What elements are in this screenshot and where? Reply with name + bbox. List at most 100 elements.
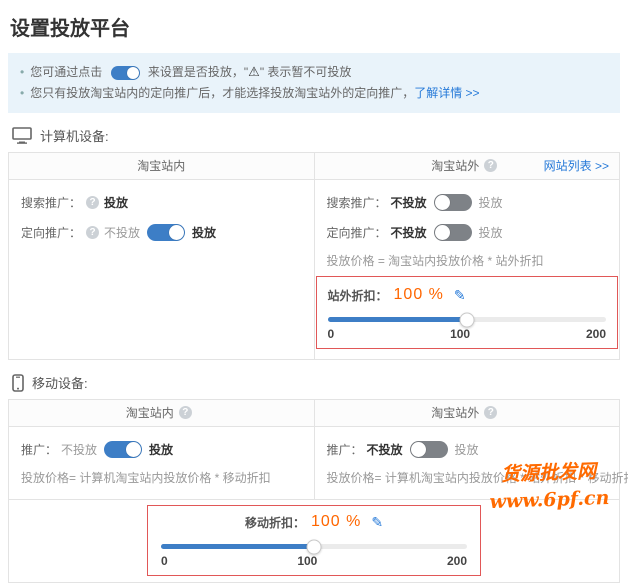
mobile-table-body: 推广： 不投放 投放 投放价格= 计算机淘宝站内投放价格 * 移动折扣 推广： …	[9, 427, 619, 499]
search-promo-toggle[interactable]	[434, 194, 472, 211]
targeted-promo-row: 定向推广：? 不投放 投放	[21, 222, 302, 243]
help-icon[interactable]: ?	[179, 406, 192, 419]
mobile-discount-label: 移动折扣：	[245, 514, 305, 531]
mobile-onsite-cell: 推广： 不投放 投放 投放价格= 计算机淘宝站内投放价格 * 移动折扣	[9, 427, 314, 499]
scale-mid: 100	[297, 554, 317, 568]
search-promo-label: 搜索推广：	[21, 194, 81, 211]
state-off-label: 不投放	[391, 224, 427, 241]
help-icon[interactable]: ?	[484, 406, 497, 419]
offsite-discount-value: 100 %	[394, 286, 444, 304]
notice-text: " 表示暂不可投放	[260, 65, 352, 79]
slider-handle[interactable]	[307, 539, 322, 554]
col-header-taobao-onsite: 淘宝站内	[9, 153, 314, 180]
mobile-offsite-cell: 推广： 不投放 投放 投放价格= 计算机淘宝站内投放价格 * 站外折扣 * 移动…	[314, 427, 620, 499]
slider-fill	[328, 317, 467, 322]
scale-min: 0	[161, 554, 168, 568]
computer-table: 淘宝站内 淘宝站外? 网站列表 >> 搜索推广：? 投放 定向推广：? 不投放 …	[8, 152, 620, 360]
state-on-label: 投放	[455, 441, 479, 458]
annotation-box-mobile-discount: 移动折扣： 100 % ✎ 0 100 200	[147, 505, 481, 576]
toggle-knob	[435, 195, 450, 210]
promo-label: 推广：	[21, 441, 57, 458]
annotation-box-offsite-discount: 站外折扣： 100 % ✎ 0 100 200	[316, 276, 619, 349]
mobile-discount-slider[interactable]: 0 100 200	[161, 544, 467, 568]
mobile-icon	[12, 374, 24, 392]
toggle-knob	[126, 442, 141, 457]
offsite-discount-row: 站外折扣： 100 % ✎	[328, 284, 607, 306]
search-promo-label: 搜索推广：	[327, 194, 387, 211]
example-toggle[interactable]	[111, 66, 140, 80]
computer-section-label: 计算机设备:	[40, 126, 109, 145]
offsite-discount-label: 站外折扣：	[328, 287, 388, 304]
toggle-knob	[411, 442, 426, 457]
search-promo-row: 搜索推广：? 投放	[21, 192, 302, 213]
slider-scale: 0 100 200	[328, 327, 607, 341]
promo-row: 推广： 不投放 投放	[327, 439, 608, 460]
col-header-taobao-onsite: 淘宝站内?	[9, 400, 314, 427]
col-header-label: 淘宝站外	[431, 159, 479, 173]
mobile-discount-value: 100 %	[311, 513, 361, 531]
computer-section-header: 计算机设备:	[12, 126, 620, 145]
state-on-label: 投放	[479, 194, 503, 211]
scale-mid: 100	[450, 327, 470, 341]
edit-icon[interactable]: ✎	[371, 515, 383, 529]
page-title: 设置投放平台	[10, 12, 620, 41]
promo-toggle[interactable]	[104, 441, 142, 458]
notice-text: 您只有投放淘宝站内的定向推广后，才能选择投放淘宝站外的定向推广，	[30, 86, 414, 100]
settings-page: 设置投放平台 •您可通过点击 来设置是否投放，"⚠" 表示暂不可投放 •您只有投…	[0, 0, 628, 520]
targeted-promo-toggle[interactable]	[434, 224, 472, 241]
state-on-label: 投放	[479, 224, 503, 241]
mobile-section-label: 移动设备:	[32, 373, 88, 392]
toggle-knob	[169, 225, 184, 240]
learn-more-link[interactable]: 了解详情 >>	[414, 86, 479, 100]
mobile-section-header: 移动设备:	[12, 373, 620, 392]
toggle-knob	[127, 67, 139, 79]
state-off-label: 不投放	[104, 224, 140, 241]
slider-track[interactable]	[161, 544, 467, 549]
bullet-icon: •	[20, 86, 24, 100]
scale-max: 200	[447, 554, 467, 568]
promo-toggle[interactable]	[410, 441, 448, 458]
targeted-promo-row: 定向推广： 不投放 投放	[327, 222, 608, 243]
col-header-label: 淘宝站内	[126, 406, 174, 420]
col-header-taobao-offsite: 淘宝站外?	[314, 400, 620, 427]
col-header-label: 淘宝站外	[431, 406, 479, 420]
targeted-promo-label: 定向推广：	[21, 224, 81, 241]
notice-text: 您可通过点击	[30, 65, 102, 79]
onsite-price-formula: 投放价格= 计算机淘宝站内投放价格 * 移动折扣	[21, 469, 302, 487]
warning-icon: ⚠	[248, 64, 260, 79]
col-header-taobao-offsite: 淘宝站外? 网站列表 >>	[314, 153, 620, 180]
scale-max: 200	[586, 327, 606, 341]
computer-table-body: 搜索推广：? 投放 定向推广：? 不投放 投放 搜索推广： 不投放 投放	[9, 180, 619, 359]
edit-icon[interactable]: ✎	[454, 288, 466, 302]
state-on-label: 投放	[149, 441, 173, 458]
mobile-table-head: 淘宝站内? 淘宝站外?	[9, 400, 619, 427]
targeted-promo-toggle[interactable]	[147, 224, 185, 241]
computer-offsite-cell: 搜索推广： 不投放 投放 定向推广： 不投放 投放 投放价格 = 淘宝站内投放价…	[314, 180, 620, 359]
slider-fill	[161, 544, 314, 549]
mobile-discount-header: 移动折扣： 100 % ✎	[161, 511, 467, 533]
state-off-label: 不投放	[391, 194, 427, 211]
notice-box: •您可通过点击 来设置是否投放，"⚠" 表示暂不可投放 •您只有投放淘宝站内的定…	[8, 53, 620, 113]
offsite-discount-slider[interactable]: 0 100 200	[328, 317, 607, 341]
offsite-price-formula: 投放价格 = 淘宝站内投放价格 * 站外折扣	[327, 252, 608, 270]
help-icon[interactable]: ?	[86, 226, 99, 239]
offsite-price-formula: 投放价格= 计算机淘宝站内投放价格 * 站外折扣 * 移动折扣	[327, 469, 608, 487]
website-list-link[interactable]: 网站列表 >>	[544, 153, 609, 180]
mobile-table: 淘宝站内? 淘宝站外? 推广： 不投放 投放 投放价格= 计算机淘宝站内投放价格…	[8, 399, 620, 583]
promo-label: 推广：	[327, 441, 363, 458]
state-off-label: 不投放	[367, 441, 403, 458]
slider-handle[interactable]	[459, 312, 474, 327]
bullet-icon: •	[20, 65, 24, 79]
help-icon[interactable]: ?	[86, 196, 99, 209]
state-off-label: 不投放	[61, 441, 97, 458]
computer-onsite-cell: 搜索推广：? 投放 定向推广：? 不投放 投放	[9, 180, 314, 359]
help-icon[interactable]: ?	[484, 159, 497, 172]
search-promo-row: 搜索推广： 不投放 投放	[327, 192, 608, 213]
toggle-knob	[435, 225, 450, 240]
col-header-label: 淘宝站内	[137, 159, 185, 173]
slider-track[interactable]	[328, 317, 607, 322]
targeted-promo-label: 定向推广：	[327, 224, 387, 241]
scale-min: 0	[328, 327, 335, 341]
computer-table-head: 淘宝站内 淘宝站外? 网站列表 >>	[9, 153, 619, 180]
promo-row: 推广： 不投放 投放	[21, 439, 302, 460]
